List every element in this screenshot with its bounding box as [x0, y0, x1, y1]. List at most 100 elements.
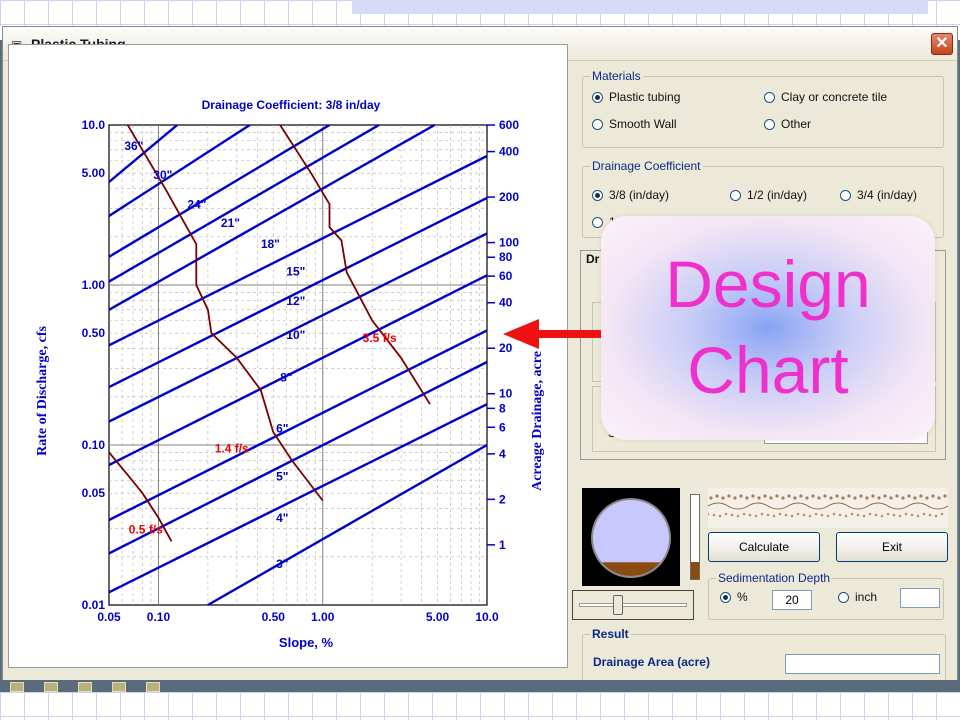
strip-dot	[862, 514, 866, 518]
taskbar-icon[interactable]	[44, 682, 58, 692]
strip-dot	[841, 496, 845, 500]
strip-dot	[712, 513, 716, 517]
strip-dot	[790, 514, 794, 518]
radio-sediment-percent[interactable]: %	[720, 590, 748, 604]
strip-dot	[751, 494, 755, 498]
taskbar-icon[interactable]	[78, 682, 92, 692]
strip-dot	[760, 512, 764, 516]
strip-dot	[808, 514, 812, 518]
drainage-area-output	[785, 654, 940, 674]
slider-thumb[interactable]	[613, 595, 623, 615]
strip-dot	[940, 512, 944, 516]
radio-other[interactable]: Other	[764, 117, 811, 131]
y2-tick-label: 200	[499, 190, 519, 204]
radio-button[interactable]	[838, 591, 849, 603]
x-tick-label: 10.0	[475, 610, 499, 624]
strip-dot	[934, 514, 938, 518]
sedimentation-depth-legend: Sedimentation Depth	[716, 571, 833, 585]
y2-tick-label: 10	[499, 387, 513, 401]
strip-dot	[931, 494, 935, 498]
sediment-level-fill	[691, 562, 699, 579]
exit-button[interactable]: Exit	[836, 532, 948, 562]
sediment-inch-input[interactable]	[900, 588, 940, 608]
strip-dot	[721, 496, 725, 500]
strip-dot	[802, 513, 806, 517]
desktop-banner	[352, 0, 928, 14]
radio-button[interactable]	[592, 91, 603, 103]
strip-dot	[736, 514, 740, 518]
radio-button[interactable]	[730, 189, 741, 201]
pipe-size-label: 3"	[276, 557, 288, 571]
callout-line-1: Design	[665, 247, 871, 321]
radio-label: Clay or concrete tile	[781, 90, 888, 104]
taskbar-icon[interactable]	[112, 682, 126, 692]
sediment-percent-input[interactable]: 20	[772, 590, 812, 610]
radio-sediment-inch[interactable]: inch	[838, 590, 877, 604]
y-tick-label: 0.50	[82, 326, 106, 340]
radio-button[interactable]	[764, 91, 775, 103]
radio-button[interactable]	[840, 189, 851, 201]
radio-button[interactable]	[592, 189, 603, 201]
radio-label: 3/8 (in/day)	[609, 188, 670, 202]
strip-dot	[889, 496, 893, 500]
radio-button[interactable]	[592, 216, 603, 228]
x-axis-label: Slope, %	[279, 635, 334, 650]
strip-dot	[763, 494, 767, 498]
taskbar-icon[interactable]	[146, 682, 160, 692]
pipe-cross-section	[582, 488, 680, 586]
strip-dot	[919, 494, 923, 498]
strip-dot	[784, 513, 788, 517]
y2-tick-label: 8	[499, 401, 506, 415]
pipe-size-label: 30"	[153, 168, 172, 182]
strip-dot	[796, 512, 800, 516]
strip-dot	[874, 513, 878, 517]
pipe-size-label: 12"	[286, 294, 305, 308]
strip-dot	[859, 494, 863, 498]
radio-button[interactable]	[720, 591, 731, 603]
close-button[interactable]: ✕	[931, 33, 953, 55]
radio-plastic-tubing[interactable]: Plastic tubing	[592, 90, 680, 104]
velocity-label: 3.5 f/s	[363, 331, 397, 345]
y2-tick-label: 2	[499, 492, 506, 506]
radio-button[interactable]	[764, 118, 775, 130]
strip-dot	[754, 514, 758, 518]
materials-group: Materials	[582, 69, 944, 148]
strip-dot	[928, 513, 932, 517]
radio-coef-1-2[interactable]: 1/2 (in/day)	[730, 188, 807, 202]
soil-profile-strip	[708, 488, 948, 528]
close-icon: ✕	[935, 35, 949, 52]
strip-dot	[805, 496, 809, 500]
sedimentation-slider[interactable]	[572, 590, 694, 620]
strip-dot	[910, 513, 914, 517]
radio-clay-concrete-tile[interactable]: Clay or concrete tile	[764, 90, 887, 104]
taskbar-icon[interactable]	[10, 682, 24, 692]
strip-dot	[913, 496, 917, 500]
strip-dot	[868, 512, 872, 516]
y2-tick-label: 1	[499, 538, 506, 552]
design-tab-label[interactable]: Dr	[584, 252, 602, 266]
pipe-size-label: 18"	[261, 237, 280, 251]
strip-dot	[871, 494, 875, 498]
x-tick-label: 0.05	[97, 610, 121, 624]
strip-dot	[877, 496, 881, 500]
strip-dot	[814, 512, 818, 516]
strip-dot	[826, 514, 830, 518]
strip-dot	[847, 494, 851, 498]
strip-dot	[793, 496, 797, 500]
radio-smooth-wall[interactable]: Smooth Wall	[592, 117, 677, 131]
radio-coef-3-8[interactable]: 3/8 (in/day)	[592, 188, 669, 202]
pipe-size-label: 8"	[280, 370, 292, 384]
strip-dot	[724, 512, 728, 516]
slider-track[interactable]	[579, 603, 687, 607]
y2-tick-label: 4	[499, 447, 506, 461]
radio-coef-3-4[interactable]: 3/4 (in/day)	[840, 188, 917, 202]
strip-dot	[943, 494, 947, 498]
calculate-button[interactable]: Calculate	[708, 532, 820, 562]
design-chart-panel: 0.05 0.10 0.50 1.00 5.00 10.0 0.01 0.05 0.10 0.50…	[8, 44, 568, 668]
radio-button[interactable]	[592, 118, 603, 130]
x-tick-label: 0.10	[147, 610, 171, 624]
strip-dot	[844, 514, 848, 518]
strip-dot	[904, 512, 908, 516]
callout-line-2: Chart	[687, 333, 849, 407]
x-tick-label: 5.00	[426, 610, 450, 624]
